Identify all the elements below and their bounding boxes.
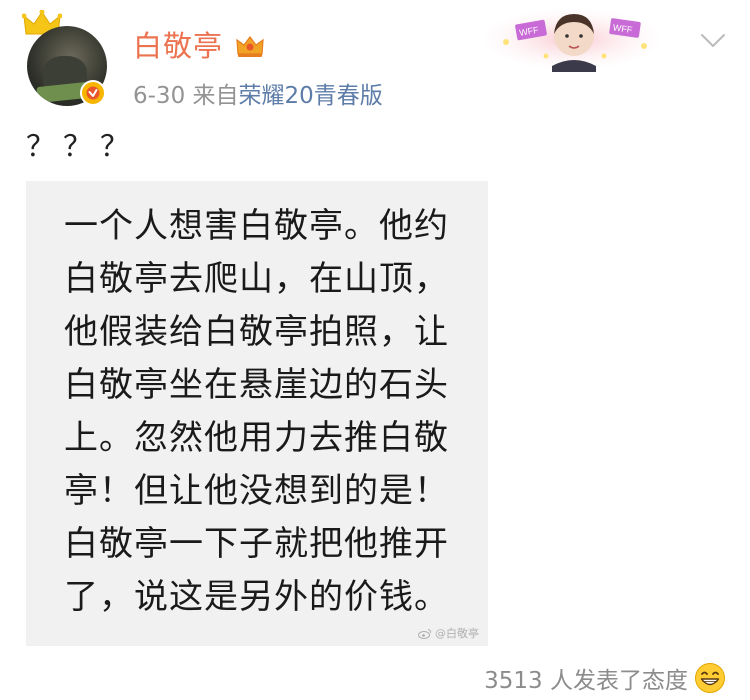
source-prefix: 来自 [192, 83, 239, 109]
image-watermark: @白敬亭 [418, 625, 479, 641]
reaction-summary[interactable]: 3513 人发表了态度 [484, 660, 726, 696]
verified-badge-icon [80, 80, 106, 106]
post-text: ？？？ [26, 129, 138, 163]
reaction-count: 3513 人发表了态度 [484, 668, 688, 694]
post-image[interactable]: 一个人想害白敬亭。他约白敬亭去爬山，在山顶，他假装给白敬亭拍照，让白敬亭坐在悬崖… [26, 181, 488, 646]
watermark-text: @白敬亭 [435, 627, 479, 640]
image-quote-text: 一个人想害白敬亭。他约白敬亭去爬山，在山顶，他假装给白敬亭拍照，让白敬亭坐在悬崖… [64, 206, 449, 617]
vip-crown-icon[interactable] [235, 33, 265, 59]
post-date: 6-30 [133, 83, 186, 109]
chevron-down-icon[interactable] [700, 32, 726, 50]
post-meta: 6-30 来自荣耀20青春版 [133, 80, 383, 112]
weibo-logo-icon [418, 628, 432, 639]
fan-banner[interactable]: WFF WFF [484, 6, 660, 72]
source-device-link[interactable]: 荣耀20青春版 [239, 83, 383, 109]
grin-emoji-icon [695, 663, 725, 693]
author-name[interactable]: 白敬亭 [133, 26, 223, 66]
